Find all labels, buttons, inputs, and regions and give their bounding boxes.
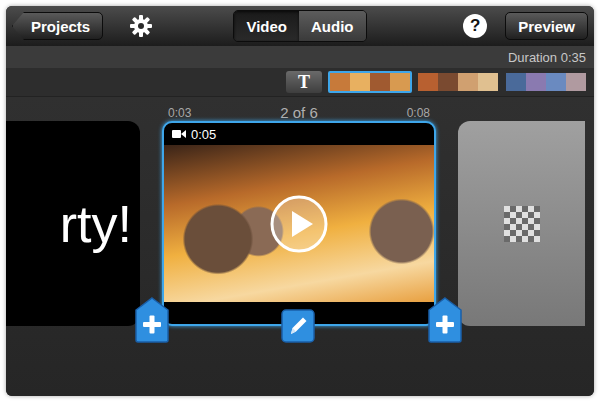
settings-gear-icon[interactable] [129,14,153,38]
timeline: 0:03 2 of 6 0:08 rty! 0:05 [6,97,594,396]
clip-gap [436,121,458,326]
clip-thumbnail[interactable] [328,71,412,93]
preview-button[interactable]: Preview [505,12,588,40]
title-text: rty! [60,194,132,254]
thumbnail-frame [390,73,410,91]
video-clip[interactable]: 0:05 [162,121,436,326]
toolbar-left: Projects [12,12,233,40]
end-time: 0:08 [407,106,430,120]
media-tab[interactable]: Audio [299,11,366,41]
media-tab[interactable]: Video [234,11,299,41]
clip-duration: 0:05 [191,127,216,142]
toolbar-right: ? Preview [367,12,588,40]
video-frame [164,145,434,302]
info-bar: Duration 0:35 [6,46,594,68]
play-icon[interactable] [269,194,329,254]
timeline-header: 0:03 2 of 6 0:08 [6,97,594,121]
timeline-clips: rty! 0:05 [6,121,594,326]
video-camera-icon [172,129,186,139]
clip-strip: T [6,68,594,97]
clip-gap [140,121,162,326]
thumbnail-frame [566,73,586,91]
thumbnail-frame [330,73,350,91]
media-tabs: VideoAudio [233,10,366,42]
thumbnail-frame [526,73,546,91]
toolbar: Projects VideoAudio? Preview [6,6,594,46]
imovie-editor: Projects VideoAudio? Preview Duration 0:35 T… [6,6,594,396]
clip-header: 0:05 [164,123,434,145]
add-before-plus-icon[interactable] [135,297,169,343]
transition-checker-icon [504,206,540,242]
clip-thumbnail[interactable] [504,71,588,93]
clip-info: 0:03 2 of 6 0:08 [162,104,436,121]
title-thumbnail[interactable]: T [286,71,322,93]
thumbnail-frame [506,73,526,91]
clip-position: 2 of 6 [280,104,318,121]
thumbnail-frame [438,73,458,91]
thumbnail-frame [418,73,438,91]
thumbnail-frame [370,73,390,91]
edit-pencil-icon[interactable] [281,309,315,343]
transition-clip[interactable] [458,121,585,326]
thumbnail-frame [350,73,370,91]
duration-label: Duration 0:35 [508,50,586,65]
help-button[interactable]: ? [463,14,487,38]
thumbnail-frame [478,73,498,91]
start-time: 0:03 [168,106,191,120]
title-clip[interactable]: rty! [6,121,140,326]
thumbnail-frame [458,73,478,91]
clip-thumbnail[interactable] [416,71,500,93]
thumbnail-frame [546,73,566,91]
add-after-plus-icon[interactable] [428,297,462,343]
projects-button[interactable]: Projects [12,12,103,40]
